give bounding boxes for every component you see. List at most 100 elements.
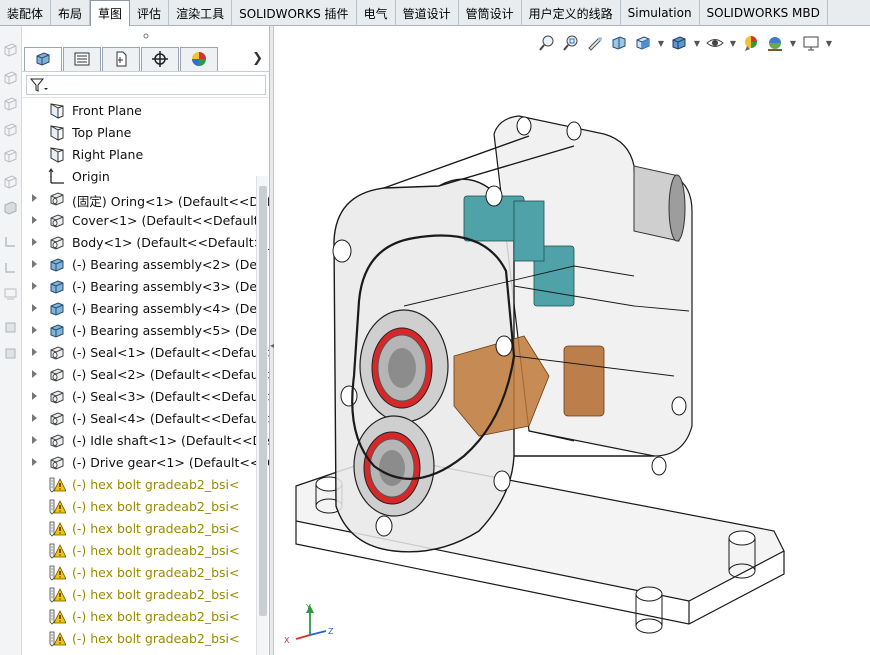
tree-item-label: (-) Seal<2> (Default<<Default> [72,367,270,382]
tree-item[interactable]: (-) Bearing assembly<4> (Defa [22,298,269,320]
dimxpert-tab[interactable] [141,46,179,71]
expand-arrow-icon[interactable] [32,458,37,466]
tree-item[interactable]: (-) Drive gear<1> (Default<<De [22,452,269,474]
cube-icon[interactable] [3,346,18,361]
tree-item-label: (-) Drive gear<1> (Default<<De [72,455,270,470]
expand-arrow-icon[interactable] [32,436,37,444]
part-icon [48,366,66,384]
graphics-area[interactable]: ▼ ▼ ▼ ▼ ▼ X Y Z [274,26,870,655]
chevron-right-icon[interactable]: ❯ [252,51,263,66]
tab-piping[interactable]: 管道设计 [396,0,459,26]
expand-arrow-icon[interactable] [32,370,37,378]
part-icon [48,388,66,406]
command-manager-tabs: 装配体 布局 草图 评估 渲染工具 SOLIDWORKS 插件 电气 管道设计 … [0,0,870,27]
tree-item[interactable]: (-) Seal<3> (Default<<Default> [22,386,269,408]
tab-user-defined-routes[interactable]: 用户定义的线路 [522,0,621,26]
tree-item[interactable]: Body<1> (Default<<Default>_D [22,232,269,254]
tree-item-label: (-) Seal<3> (Default<<Default> [72,389,270,404]
tree-item-label: (-) hex bolt gradeab2_bsi< [72,587,240,602]
tree-item[interactable]: (-) hex bolt gradeab2_bsi< [22,628,256,650]
tree-item[interactable]: Origin [22,166,256,188]
tab-solidworks-mbd[interactable]: SOLIDWORKS MBD [700,0,828,26]
part-icon [48,212,66,230]
gear-pump-model[interactable] [274,26,870,655]
tab-layout[interactable]: 布局 [51,0,91,26]
part-icon [48,190,66,208]
expand-arrow-icon[interactable] [32,238,37,246]
corner-icon[interactable] [3,234,18,249]
tree-item-label: (-) Bearing assembly<5> (Defa [72,323,270,338]
tree-item[interactable]: (-) hex bolt gradeab2_bsi< [22,606,256,628]
feature-manager-tab[interactable] [24,46,62,71]
tab-assembly[interactable]: 装配体 [0,0,52,26]
tree-item[interactable]: (-) hex bolt gradeab2_bsi< [22,518,256,540]
corner-icon[interactable] [3,260,18,275]
tree-item[interactable]: (-) hex bolt gradeab2_bsi< [22,540,256,562]
bolt-warning-icon [48,586,67,604]
property-manager-icon [74,52,90,66]
tree-item[interactable]: Front Plane [22,100,256,122]
rectangle-icon[interactable] [3,286,18,301]
tree-item[interactable]: (固定) Oring<1> (Default<<Def [22,188,269,210]
tab-solidworks-addins[interactable]: SOLIDWORKS 插件 [232,0,357,26]
scrollbar-thumb[interactable] [259,186,267,616]
panel-drag-handle[interactable] [22,26,269,46]
tree-item[interactable]: (-) Seal<4> (Default<<Default> [22,408,269,430]
tree-item[interactable]: (-) Bearing assembly<3> (Defa [22,276,269,298]
tree-item[interactable]: (-) Seal<1> (Default<<Default> [22,342,269,364]
box-outline-icon[interactable] [3,174,18,189]
tab-simulation[interactable]: Simulation [621,0,700,26]
expand-arrow-icon[interactable] [32,282,37,290]
box-outline-icon[interactable] [3,70,18,85]
property-manager-tab[interactable] [63,46,101,71]
tree-item-label: (-) Seal<4> (Default<<Default> [72,411,270,426]
tree-item[interactable]: (-) Bearing assembly<2> (Defa [22,254,269,276]
cube-icon[interactable] [3,320,18,335]
tree-item[interactable]: (-) hex bolt gradeab2_bsi< [22,474,256,496]
expand-arrow-icon[interactable] [32,348,37,356]
tree-item-label: (-) hex bolt gradeab2_bsi< [72,521,240,536]
configuration-manager-icon [116,51,127,67]
tree-item[interactable]: (-) hex bolt gradeab2_bsi< [22,562,256,584]
expand-arrow-icon[interactable] [32,392,37,400]
expand-arrow-icon[interactable] [32,304,37,312]
tab-evaluate[interactable]: 评估 [130,0,170,26]
coordinate-triad: X Y Z [284,603,334,643]
tree-item[interactable]: Top Plane [22,122,256,144]
solidworks-window: 装配体 布局 草图 评估 渲染工具 SOLIDWORKS 插件 电气 管道设计 … [0,0,870,655]
expand-arrow-icon[interactable] [32,194,37,202]
assembly-icon [48,278,66,296]
tab-render-tools[interactable]: 渲染工具 [169,0,233,26]
bolt-warning-icon [48,498,67,516]
tree-item[interactable]: Right Plane [22,144,256,166]
tree-item[interactable]: (-) Idle shaft<1> (Default<<Def [22,430,269,452]
tree-item[interactable]: (-) Bearing assembly<5> (Defa [22,320,269,342]
tree-item[interactable]: (-) hex bolt gradeab2_bsi< [22,584,256,606]
tree-item[interactable]: (-) hex bolt gradeab2_bsi< [22,496,256,518]
tab-electrical[interactable]: 电气 [357,0,396,26]
tree-item[interactable]: Cover<1> (Default<<Default>_ [22,210,269,232]
box-outline-icon[interactable] [3,122,18,137]
tree-item[interactable]: (-) Seal<2> (Default<<Default> [22,364,269,386]
bolt-warning-icon [48,630,67,648]
display-manager-tab[interactable] [180,46,218,71]
part-icon [48,344,66,362]
tree-item-label: (-) hex bolt gradeab2_bsi< [72,631,240,646]
feature-tree-scrollbar[interactable] [256,176,268,655]
feature-manager-icon [36,52,50,66]
dimxpert-icon [152,51,168,67]
solid-box-icon[interactable] [3,200,18,215]
expand-arrow-icon[interactable] [32,260,37,268]
filter-field[interactable] [26,74,266,95]
configuration-manager-tab[interactable] [102,46,140,71]
box-outline-icon[interactable] [3,96,18,111]
tab-sketch[interactable]: 草图 [90,0,131,27]
tab-tubing[interactable]: 管筒设计 [459,0,522,26]
expand-arrow-icon[interactable] [32,216,37,224]
expand-arrow-icon[interactable] [32,326,37,334]
left-tool-strip [0,26,22,655]
box-outline-icon[interactable] [3,42,18,57]
box-outline-icon[interactable] [3,148,18,163]
tree-filter-bar [22,72,269,98]
expand-arrow-icon[interactable] [32,414,37,422]
